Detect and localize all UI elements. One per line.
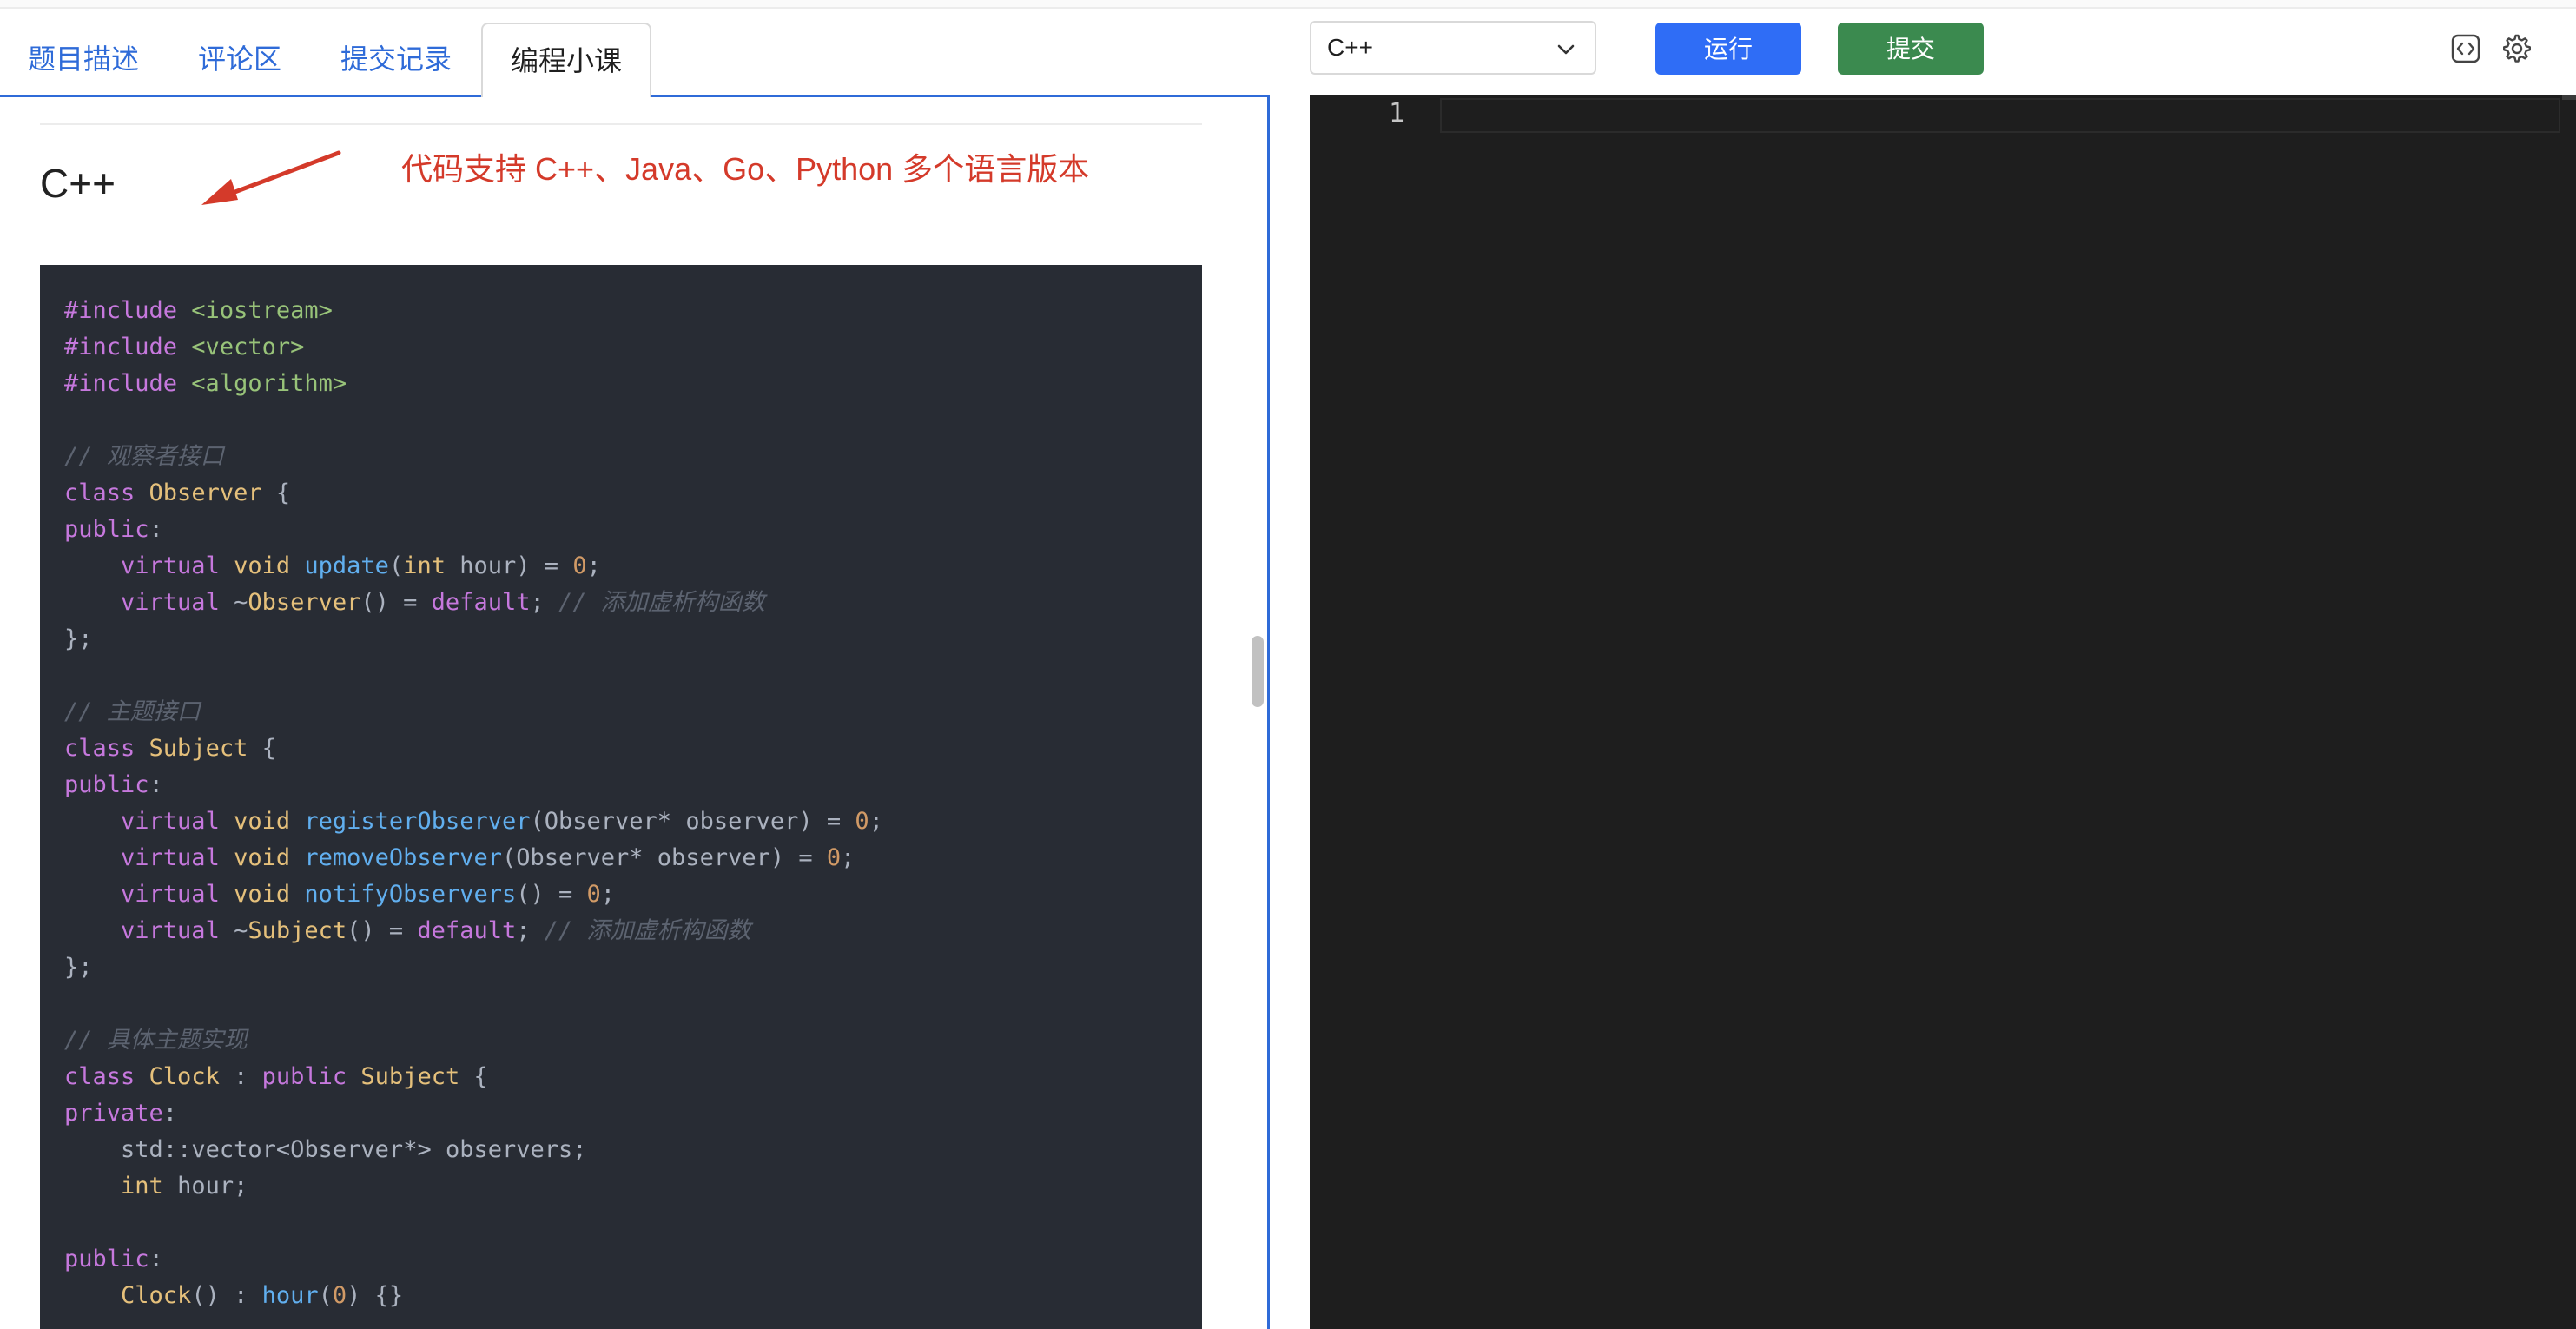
app-root: 题目描述 评论区 提交记录 编程小课 C++ 代码支持 C++、Java、Go、… <box>0 0 2576 1329</box>
code-line: }; <box>64 954 93 981</box>
code-line: public: <box>64 1246 163 1273</box>
code-line: class Subject { <box>64 735 276 762</box>
tab-submissions[interactable]: 提交记录 <box>340 23 452 96</box>
code-brackets-icon[interactable] <box>2450 33 2481 64</box>
code-line: public: <box>64 516 163 543</box>
code-line: #include <algorithm> <box>64 370 347 397</box>
code-line: ​ <box>64 402 1202 439</box>
code-line: int hour; <box>121 1173 248 1200</box>
language-support-annotation: 代码支持 C++、Java、Go、Python 多个语言版本 <box>401 151 1090 187</box>
lesson-scroll-area[interactable]: C++ 代码支持 C++、Java、Go、Python 多个语言版本 #incl… <box>0 97 1248 1329</box>
tab-programming-lesson[interactable]: 编程小课 <box>481 23 652 97</box>
code-line: // 具体主题实现 <box>64 1027 248 1054</box>
code-line: private: <box>64 1100 178 1127</box>
run-button[interactable]: 运行 <box>1655 23 1801 75</box>
code-line: ​ <box>64 658 1202 694</box>
section-divider <box>40 123 1202 125</box>
code-line: virtual void notifyObservers() = 0; <box>121 881 616 908</box>
code-line: Clock() : hour(0) {} <box>121 1282 404 1309</box>
red-arrow-icon <box>201 150 341 205</box>
code-line: ​ <box>64 1205 1202 1241</box>
tab-problem-description[interactable]: 题目描述 <box>28 23 139 96</box>
language-select-value: C++ <box>1327 34 1373 61</box>
line-number: 1 <box>1388 98 1405 129</box>
code-line: virtual void update(int hour) = 0; <box>121 552 601 579</box>
section-heading: C++ <box>40 161 116 206</box>
code-line: virtual void removeObserver(Observer* ob… <box>121 844 855 871</box>
code-line: #include <iostream> <box>64 297 333 324</box>
code-line: class Observer { <box>64 479 291 506</box>
code-line: virtual ~Subject() = default; // 添加虚析构函数 <box>121 917 751 944</box>
language-select[interactable]: C++ <box>1310 21 1596 75</box>
code-line: public: <box>64 771 163 798</box>
code-listing: #include <iostream> #include <vector> #inc… <box>40 265 1202 1314</box>
code-line: virtual ~Observer() = default; // 添加虚析构函… <box>121 589 765 616</box>
tab-comments[interactable]: 评论区 <box>198 23 281 96</box>
code-line: std::vector<Observer*> observers; <box>121 1136 587 1163</box>
lesson-panel: C++ 代码支持 C++、Java、Go、Python 多个语言版本 #incl… <box>0 95 1270 1329</box>
code-line: #include <vector> <box>64 334 305 360</box>
editor-toolbar: C++ 运行 提交 <box>1310 21 2576 76</box>
chevron-down-icon <box>1557 44 1575 55</box>
tab-bar: 题目描述 评论区 提交记录 编程小课 <box>0 23 1270 97</box>
submit-button[interactable]: 提交 <box>1838 23 1984 75</box>
top-strip <box>0 0 2576 9</box>
code-line: class Clock : public Subject { <box>64 1063 488 1090</box>
code-line: // 观察者接口 <box>64 443 224 470</box>
gear-icon[interactable] <box>2501 33 2533 64</box>
current-line-highlight <box>1440 98 2560 133</box>
code-line: }; <box>64 625 93 652</box>
editor-minimap-corner <box>2562 95 2576 100</box>
code-line: virtual void registerObserver(Observer* … <box>121 808 883 835</box>
code-line: // 主题接口 <box>64 698 201 725</box>
code-block: #include <iostream> #include <vector> #inc… <box>40 265 1202 1329</box>
code-line: ​ <box>64 986 1202 1022</box>
scrollbar-thumb[interactable] <box>1252 636 1264 707</box>
code-editor[interactable]: 1 <box>1310 95 2576 1329</box>
